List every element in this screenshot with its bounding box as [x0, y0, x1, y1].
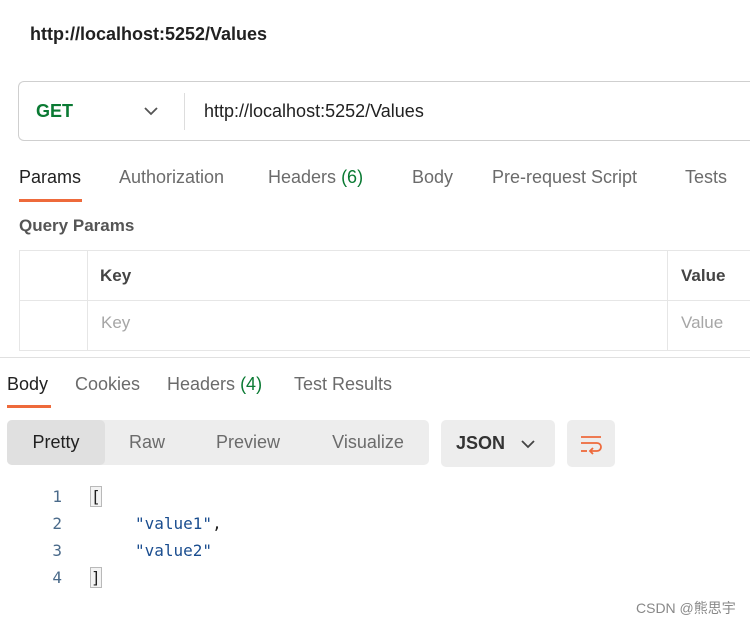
table-divider	[87, 250, 88, 351]
tab-pre-request-script[interactable]: Pre-request Script	[492, 167, 637, 188]
headers-count: (4)	[240, 374, 263, 394]
line-number: 2	[52, 514, 62, 533]
tab-label: Body	[7, 374, 49, 394]
view-raw-button[interactable]: Raw	[105, 420, 189, 465]
active-tab-indicator	[7, 405, 51, 408]
wrap-lines-icon	[581, 436, 602, 455]
key-input[interactable]: Key	[101, 313, 130, 333]
line-number: 1	[52, 487, 62, 506]
tab-label: Cookies	[75, 374, 141, 394]
url-input[interactable]	[204, 98, 724, 124]
method-select[interactable]: GET	[36, 101, 73, 122]
tab-headers[interactable]: Headers (6)	[268, 167, 363, 188]
view-pretty-button[interactable]: Pretty	[7, 420, 105, 465]
value-input[interactable]: Value	[681, 313, 723, 333]
json-string: "value1"	[135, 514, 213, 533]
view-visualize-button[interactable]: Visualize	[307, 420, 429, 465]
tab-tests[interactable]: Tests	[685, 167, 727, 188]
query-params-title: Query Params	[19, 216, 135, 235]
comma: ,	[212, 514, 222, 533]
json-string: "value2"	[135, 541, 213, 560]
view-mode-switcher: Pretty Raw Preview Visualize	[7, 420, 429, 465]
request-title[interactable]: http://localhost:5252/Values	[30, 24, 267, 45]
response-tab-headers[interactable]: Headers (4)	[167, 374, 262, 395]
close-bracket: ]	[90, 567, 102, 588]
format-select[interactable]: JSON	[441, 420, 555, 467]
pane-divider[interactable]	[0, 357, 750, 358]
tab-label: Headers	[268, 167, 337, 187]
watermark: CSDN @熊思宇	[636, 600, 736, 616]
active-tab-indicator	[19, 199, 82, 202]
chevron-down-icon[interactable]	[142, 102, 160, 120]
format-label: JSON	[456, 433, 506, 453]
response-tab-cookies[interactable]: Cookies	[75, 374, 140, 395]
line-number: 3	[52, 541, 62, 560]
tab-label: Params	[19, 167, 82, 187]
tab-label: Test Results	[294, 374, 393, 394]
value-column-header: Value	[681, 266, 726, 285]
table-divider	[667, 250, 668, 351]
headers-count: (6)	[341, 167, 364, 187]
key-column-header: Key	[100, 266, 132, 285]
view-preview-button[interactable]: Preview	[189, 420, 307, 465]
response-tab-body[interactable]: Body	[7, 374, 48, 395]
tab-params[interactable]: Params	[19, 167, 81, 188]
tab-label: Headers	[167, 374, 236, 394]
tab-body[interactable]: Body	[412, 167, 453, 188]
chevron-down-icon	[521, 440, 535, 449]
response-tab-test-results[interactable]: Test Results	[294, 374, 392, 395]
tab-authorization[interactable]: Authorization	[119, 167, 224, 188]
line-number: 4	[52, 568, 62, 587]
tab-label: Authorization	[119, 167, 225, 187]
open-bracket: [	[90, 486, 102, 507]
url-divider	[184, 93, 185, 130]
tab-label: Body	[412, 167, 454, 187]
wrap-lines-button[interactable]	[567, 420, 615, 467]
tab-label: Pre-request Script	[492, 167, 638, 187]
tab-label: Tests	[685, 167, 728, 187]
